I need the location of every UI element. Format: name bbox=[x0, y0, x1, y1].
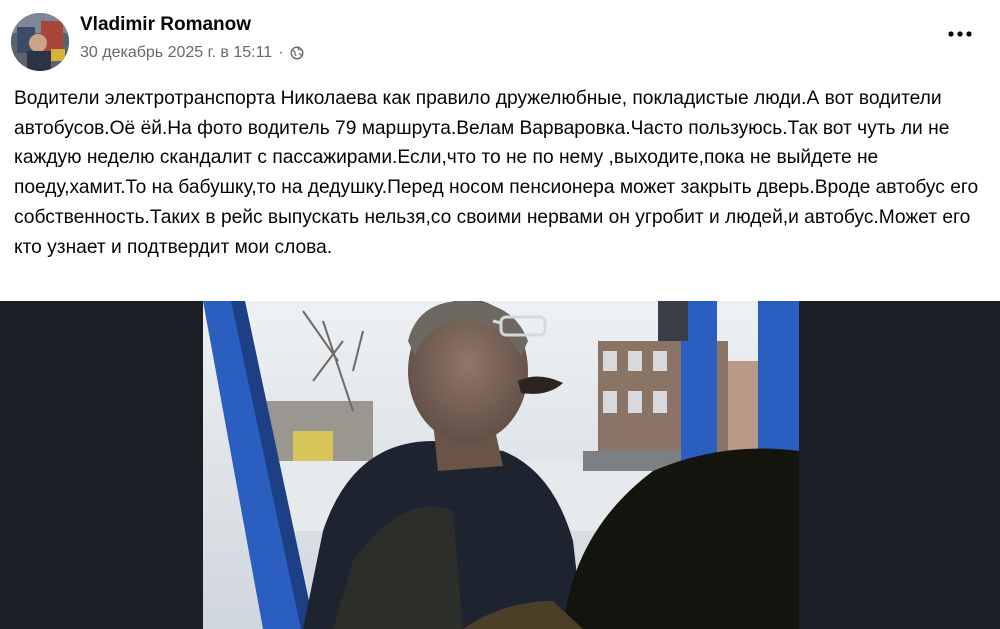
post-meta: 30 декабрь 2025 г. в 15:11 · bbox=[80, 44, 304, 62]
post-media[interactable] bbox=[0, 301, 1000, 629]
more-options-icon bbox=[948, 31, 972, 37]
post-text: Водители электротранспорта Николаева как… bbox=[14, 88, 984, 258]
author-avatar[interactable] bbox=[11, 13, 69, 71]
more-options-button[interactable] bbox=[942, 22, 978, 46]
avatar-image bbox=[11, 13, 69, 71]
photo-bus-driver bbox=[203, 301, 799, 629]
globe-icon bbox=[290, 46, 303, 60]
post-timestamp[interactable]: 30 декабрь 2025 г. в 15:11 bbox=[80, 44, 272, 62]
facebook-post: Vladimir Romanow 30 декабрь 2025 г. в 15… bbox=[0, 0, 1000, 629]
meta-separator: · bbox=[278, 44, 284, 61]
post-photo[interactable] bbox=[203, 301, 799, 629]
post-header: Vladimir Romanow 30 декабрь 2025 г. в 15… bbox=[0, 0, 1000, 78]
author-name[interactable]: Vladimir Romanow bbox=[80, 14, 251, 36]
